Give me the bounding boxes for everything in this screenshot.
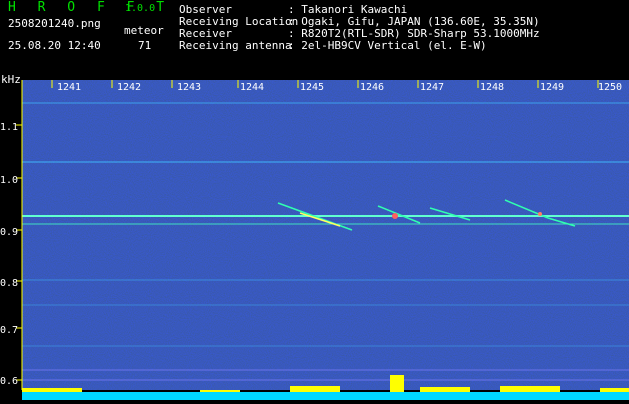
x-tick-label: 1241	[57, 82, 81, 93]
file-datetime: 25.08.20 12:40	[8, 39, 101, 52]
x-tick-label: 1242	[117, 82, 141, 93]
x-tick-label: 1246	[360, 82, 384, 93]
y-axis-unit: kHz	[1, 73, 21, 86]
antenna-value: : 2el-HB9CV Vertical (el. E-W)	[288, 39, 487, 52]
x-tick-label: 1249	[540, 82, 564, 93]
x-tick-label: 1243	[177, 82, 201, 93]
signal-peak	[200, 390, 240, 392]
y-tick-label: 0.6	[0, 376, 18, 387]
x-tick-label: 1247	[420, 82, 444, 93]
meteor-head	[392, 213, 398, 219]
signal-peak	[290, 386, 340, 392]
x-tick-label: 1245	[300, 82, 324, 93]
signal-peak	[600, 388, 629, 392]
signal-peak	[500, 386, 560, 392]
app-version: 1.0.0	[125, 3, 156, 14]
meteor-count: 71	[138, 39, 152, 52]
y-tick-label: 0.7	[0, 325, 18, 336]
spectrogram-panel: kHz 1.1 1.0 0.9 0.8 0.7 0.6 1241 1242 12…	[0, 68, 629, 400]
signal-bar	[22, 392, 629, 400]
meteor-head	[538, 212, 542, 216]
signal-peak	[420, 387, 470, 392]
meteor-label: meteor	[124, 24, 164, 37]
y-tick-label: 0.9	[0, 227, 18, 238]
file-name: 2508201240.png	[8, 17, 101, 30]
x-tick-label: 1244	[240, 82, 264, 93]
spectrogram-svg: kHz 1.1 1.0 0.9 0.8 0.7 0.6 1241 1242 12…	[0, 73, 629, 400]
y-tick-label: 0.8	[0, 278, 18, 289]
x-tick-label: 1248	[480, 82, 504, 93]
y-tick-label: 1.1	[0, 122, 18, 133]
antenna-label: Receiving antenna	[179, 39, 292, 52]
y-axis-ticks	[16, 124, 22, 381]
y-tick-label: 1.0	[0, 175, 18, 186]
x-tick-label: 1250	[598, 82, 622, 93]
header-panel: H R O F F T 1.0.0 2508201240.png meteor …	[0, 0, 629, 68]
signal-peak	[22, 388, 82, 392]
signal-peak	[390, 375, 404, 392]
noise-texture	[22, 80, 629, 390]
y-axis-labels: 1.1 1.0 0.9 0.8 0.7 0.6	[0, 122, 18, 387]
